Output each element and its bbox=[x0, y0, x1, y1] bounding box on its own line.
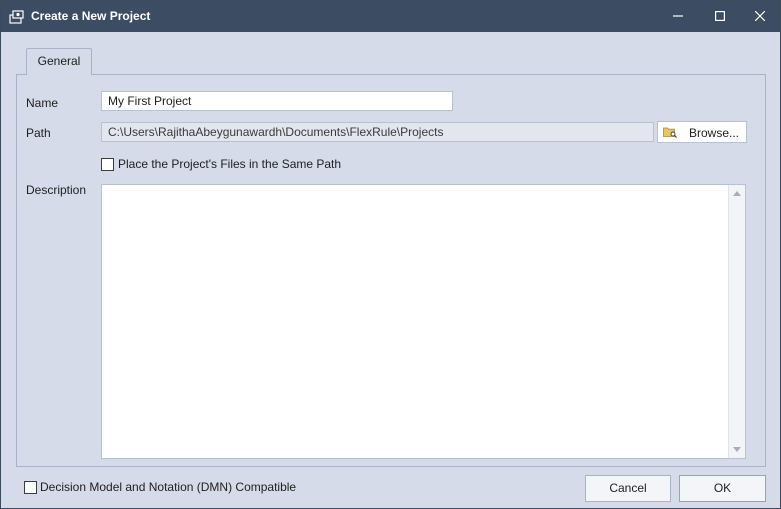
minimize-button[interactable] bbox=[657, 1, 699, 32]
maximize-icon bbox=[715, 10, 726, 24]
description-textarea[interactable] bbox=[101, 184, 746, 459]
browse-button[interactable]: Browse... bbox=[657, 121, 747, 143]
minimize-icon bbox=[673, 10, 683, 24]
dmn-compatible-checkbox[interactable] bbox=[24, 481, 37, 494]
cancel-label: Cancel bbox=[609, 481, 647, 495]
title-bar[interactable]: Create a New Project bbox=[1, 1, 780, 32]
path-input[interactable] bbox=[101, 122, 654, 142]
window-title: Create a New Project bbox=[31, 9, 151, 23]
scroll-up-icon[interactable] bbox=[733, 191, 741, 196]
close-icon bbox=[754, 10, 766, 24]
scroll-down-icon[interactable] bbox=[733, 447, 741, 452]
project-icon bbox=[9, 9, 25, 24]
path-label: Path bbox=[26, 126, 51, 140]
tab-general-label: General bbox=[37, 54, 81, 68]
maximize-button[interactable] bbox=[699, 1, 741, 32]
description-scrollbar[interactable] bbox=[728, 185, 745, 458]
same-path-checkbox[interactable] bbox=[101, 158, 114, 171]
ok-label: OK bbox=[713, 481, 732, 495]
dmn-compatible-label[interactable]: Decision Model and Notation (DMN) Compat… bbox=[40, 480, 296, 494]
create-project-dialog: Create a New Project General Name Path bbox=[0, 0, 781, 509]
description-label: Description bbox=[26, 183, 87, 197]
dialog-body: General Name Path Browse... Place the Pr… bbox=[1, 32, 780, 508]
same-path-label[interactable]: Place the Project's Files in the Same Pa… bbox=[118, 157, 341, 171]
cancel-button[interactable]: Cancel bbox=[585, 475, 671, 502]
folder-search-icon bbox=[663, 126, 677, 138]
tab-general[interactable]: General bbox=[26, 48, 92, 75]
browse-label: Browse... bbox=[689, 126, 740, 140]
name-input[interactable] bbox=[101, 91, 453, 111]
name-label: Name bbox=[26, 96, 59, 110]
ok-button[interactable]: OK bbox=[679, 475, 766, 502]
close-button[interactable] bbox=[739, 1, 781, 32]
